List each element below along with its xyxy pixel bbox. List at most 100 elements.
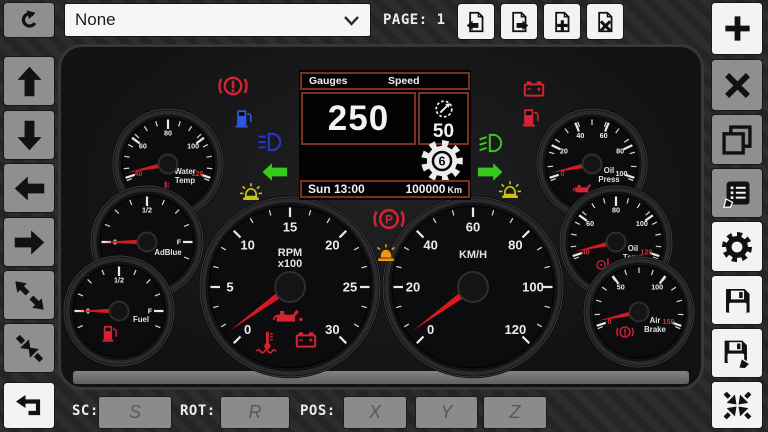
svg-text:F: F bbox=[177, 238, 182, 247]
svg-text:60: 60 bbox=[600, 131, 608, 140]
collapse-arrows-icon bbox=[721, 389, 754, 422]
svg-text:5: 5 bbox=[226, 280, 233, 295]
page-indicator-label: PAGE: bbox=[383, 12, 428, 28]
svg-text:20: 20 bbox=[325, 237, 339, 252]
save-icon bbox=[720, 283, 755, 318]
svg-text:80: 80 bbox=[508, 237, 522, 252]
pos-z-field[interactable]: Z bbox=[483, 396, 547, 429]
delete-widget-button[interactable] bbox=[711, 59, 763, 111]
lcd-speed-box: 250 bbox=[301, 92, 416, 145]
undo-icon bbox=[18, 9, 40, 31]
svg-text:100: 100 bbox=[636, 219, 648, 228]
undo-button[interactable] bbox=[3, 2, 55, 38]
lcd-datetime: Sun 13:00 bbox=[308, 182, 365, 196]
cruise-control-icon bbox=[432, 97, 456, 121]
speedometer-gauge[interactable]: 020406080100120KM/H bbox=[383, 197, 563, 377]
delete-page-button[interactable] bbox=[586, 3, 624, 40]
svg-text:80: 80 bbox=[612, 206, 620, 215]
lcd-tab-speed: Speed bbox=[388, 75, 420, 87]
arrow-left-icon bbox=[12, 171, 47, 206]
gear-icon bbox=[719, 229, 755, 265]
scale-down-button[interactable] bbox=[3, 323, 55, 373]
svg-text:60: 60 bbox=[139, 141, 147, 150]
field-label-sc: SC: bbox=[72, 403, 99, 419]
shrink-diagonal-icon bbox=[12, 331, 47, 366]
rotation-field[interactable]: R bbox=[220, 396, 290, 429]
add-widget-button[interactable] bbox=[711, 2, 763, 55]
add-page-button[interactable] bbox=[543, 3, 581, 40]
lcd-display-widget[interactable]: Gauges Speed 250 50 6 Sun 13:00 100000Km bbox=[299, 70, 471, 200]
edit-note-icon bbox=[720, 176, 755, 211]
pos-x-field[interactable]: X bbox=[343, 396, 407, 429]
save-as-button[interactable] bbox=[711, 328, 763, 378]
save-edit-icon bbox=[720, 336, 755, 371]
cluster-bottom-bezel bbox=[73, 371, 689, 384]
svg-text:25: 25 bbox=[343, 280, 357, 295]
arrow-down-icon bbox=[12, 118, 47, 153]
preset-dropdown[interactable]: None bbox=[64, 3, 371, 37]
svg-text:100: 100 bbox=[187, 141, 199, 150]
svg-text:Press: Press bbox=[598, 175, 620, 184]
svg-text:100: 100 bbox=[522, 280, 544, 295]
svg-text:Temp: Temp bbox=[175, 176, 195, 185]
svg-text:0: 0 bbox=[427, 322, 434, 337]
svg-text:Oil: Oil bbox=[604, 166, 614, 175]
svg-text:60: 60 bbox=[466, 220, 480, 235]
svg-text:P: P bbox=[385, 213, 393, 227]
svg-text:10: 10 bbox=[240, 237, 254, 252]
scale-field[interactable]: S bbox=[98, 396, 172, 429]
field-label-rot: ROT: bbox=[180, 403, 216, 419]
return-arrow-icon bbox=[13, 390, 45, 422]
svg-text:x100: x100 bbox=[278, 258, 302, 270]
dashboard-editor: 406080100120WaterTemp01/2FAdBlue01/2FFue… bbox=[0, 0, 768, 432]
pos-y-field[interactable]: Y bbox=[415, 396, 478, 429]
svg-text:Oil: Oil bbox=[628, 244, 638, 253]
svg-text:100: 100 bbox=[651, 283, 663, 292]
svg-text:40: 40 bbox=[423, 237, 437, 252]
move-down-button[interactable] bbox=[3, 110, 55, 160]
duplicate-widget-button[interactable] bbox=[711, 114, 763, 165]
page-indicator-number: 1 bbox=[437, 12, 446, 28]
svg-text:KM/H: KM/H bbox=[459, 249, 487, 261]
edit-widget-button[interactable] bbox=[711, 168, 763, 218]
svg-text:1/2: 1/2 bbox=[142, 206, 152, 215]
svg-text:120: 120 bbox=[505, 322, 527, 337]
expand-diagonal-icon bbox=[12, 278, 47, 313]
field-label-pos: POS: bbox=[300, 403, 336, 419]
fuel-gauge[interactable]: 01/2FFuel bbox=[64, 256, 174, 366]
page-delete-icon bbox=[594, 11, 616, 33]
page-prev-icon bbox=[465, 11, 487, 33]
fit-screen-button[interactable] bbox=[711, 381, 763, 429]
settings-button[interactable] bbox=[711, 221, 763, 272]
arrow-right-icon bbox=[12, 225, 47, 260]
move-up-button[interactable] bbox=[3, 56, 55, 106]
save-button[interactable] bbox=[711, 275, 763, 325]
close-icon bbox=[719, 67, 756, 104]
duplicate-icon bbox=[719, 122, 755, 158]
move-right-button[interactable] bbox=[3, 217, 55, 267]
svg-text:Air: Air bbox=[650, 316, 661, 325]
chevron-down-icon bbox=[343, 14, 360, 27]
svg-text:AdBlue: AdBlue bbox=[154, 248, 182, 257]
lcd-tab-gauges: Gauges bbox=[309, 75, 348, 87]
svg-text:30: 30 bbox=[325, 322, 339, 337]
svg-text:80: 80 bbox=[164, 129, 172, 138]
back-button[interactable] bbox=[3, 382, 55, 429]
svg-text:60: 60 bbox=[586, 219, 594, 228]
svg-text:Fuel: Fuel bbox=[133, 315, 149, 324]
plus-icon bbox=[719, 10, 756, 47]
previous-page-button[interactable] bbox=[457, 3, 495, 40]
lcd-odometer-unit: Km bbox=[447, 185, 462, 195]
preset-dropdown-value: None bbox=[75, 10, 116, 30]
scale-up-button[interactable] bbox=[3, 270, 55, 320]
rpm-gauge[interactable]: 051015202530RPMx100 bbox=[200, 197, 380, 377]
air-brake-gauge[interactable]: 050100150AirBrake bbox=[584, 257, 694, 367]
svg-text:6: 6 bbox=[439, 155, 446, 169]
page-indicator: PAGE: 1 bbox=[383, 12, 446, 28]
move-left-button[interactable] bbox=[3, 163, 55, 213]
svg-text:40: 40 bbox=[576, 131, 584, 140]
svg-text:50: 50 bbox=[617, 283, 625, 292]
svg-text:80: 80 bbox=[616, 147, 624, 156]
gear-indicator-icon: 6 bbox=[418, 137, 466, 185]
next-page-button[interactable] bbox=[500, 3, 538, 40]
